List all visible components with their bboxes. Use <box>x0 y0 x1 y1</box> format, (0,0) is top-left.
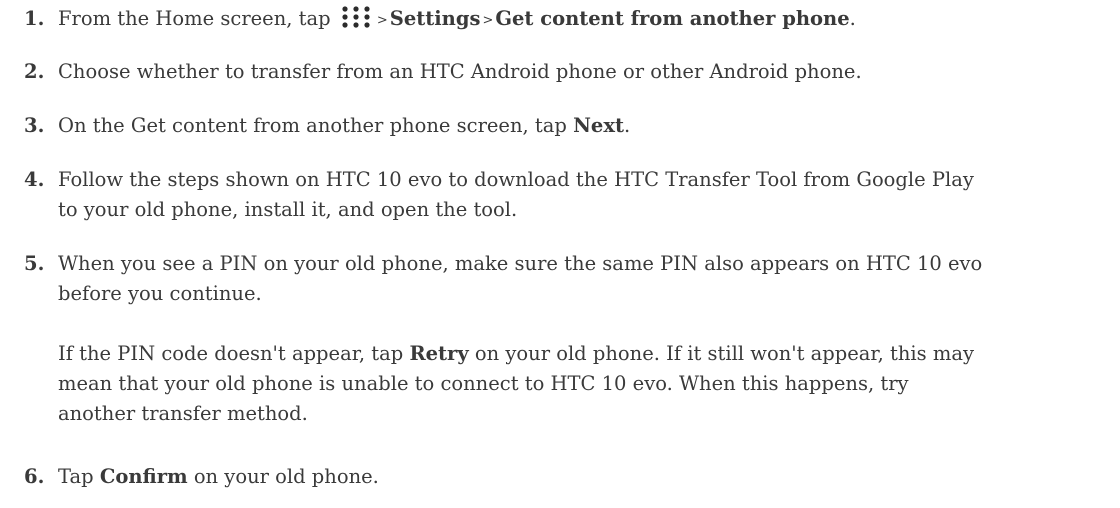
step-3: 3. On the Get content from another phone… <box>0 111 1120 141</box>
note-line-1-end: on your old phone. If it still won't app… <box>474 342 974 365</box>
retry-label: Retry <box>409 342 469 365</box>
instructions-document: 1. From the Home screen, tap > Settings > G… <box>0 0 1120 488</box>
step-2: 2. Choose whether to transfer from an HT… <box>0 57 1120 87</box>
note-line-2: mean that your old phone is unable to co… <box>58 372 909 395</box>
step-3-intro: On the Get content from another phone sc… <box>58 114 567 137</box>
menu-separator: > <box>482 13 494 28</box>
step-4: 4. Follow the steps shown on HTC 10 evo … <box>0 165 1120 225</box>
note-line-3: another transfer method. <box>58 402 308 425</box>
step-number: 3. <box>24 114 45 137</box>
step-4-line-2: to your old phone, install it, and open … <box>58 198 518 221</box>
step-text: Choose whether to transfer from an HTC A… <box>58 60 862 83</box>
step-text: Follow the steps shown on HTC 10 evo to … <box>58 165 1120 225</box>
step-3-end: . <box>623 114 631 137</box>
step-6-end: on your old phone. <box>193 465 379 488</box>
get-content-label: Get content from another phone <box>495 7 850 30</box>
step-5: 5. When you see a PIN on your old phone,… <box>0 249 1120 309</box>
step-6-intro: Tap <box>58 465 94 488</box>
step-number: 6. <box>24 465 45 488</box>
confirm-label: Confirm <box>99 465 188 488</box>
step-1-intro: From the Home screen, tap <box>58 7 331 30</box>
note-intro: If the PIN code doesn't appear, tap <box>58 342 404 365</box>
step-number: 1. <box>24 7 45 30</box>
step-text: Tap Confirm on your old phone. <box>58 465 379 488</box>
step-text: From the Home screen, tap > Settings > Get … <box>58 6 856 30</box>
next-label: Next <box>573 114 624 137</box>
menu-separator: > <box>376 13 388 28</box>
step-6: 6. Tap Confirm on your old phone. <box>0 462 1120 492</box>
step-5-line-1: When you see a PIN on your old phone, ma… <box>58 252 983 275</box>
step-number: 2. <box>24 60 45 83</box>
note-line-1: If the PIN code doesn't appear, tap Retr… <box>58 339 1120 369</box>
step-4-line-1: Follow the steps shown on HTC 10 evo to … <box>58 168 974 191</box>
step-5-line-2: before you continue. <box>58 282 262 305</box>
step-text: On the Get content from another phone sc… <box>58 114 630 137</box>
step-5-note: If the PIN code doesn't appear, tap Retr… <box>0 339 1120 429</box>
step-1: 1. From the Home screen, tap > Settings > G… <box>0 4 1120 37</box>
step-number: 5. <box>24 252 45 275</box>
step-1-end: . <box>849 7 856 30</box>
step-text: When you see a PIN on your old phone, ma… <box>58 249 1120 309</box>
step-number: 4. <box>24 168 45 191</box>
settings-label: Settings <box>389 7 481 30</box>
apps-grid-icon <box>340 4 372 37</box>
